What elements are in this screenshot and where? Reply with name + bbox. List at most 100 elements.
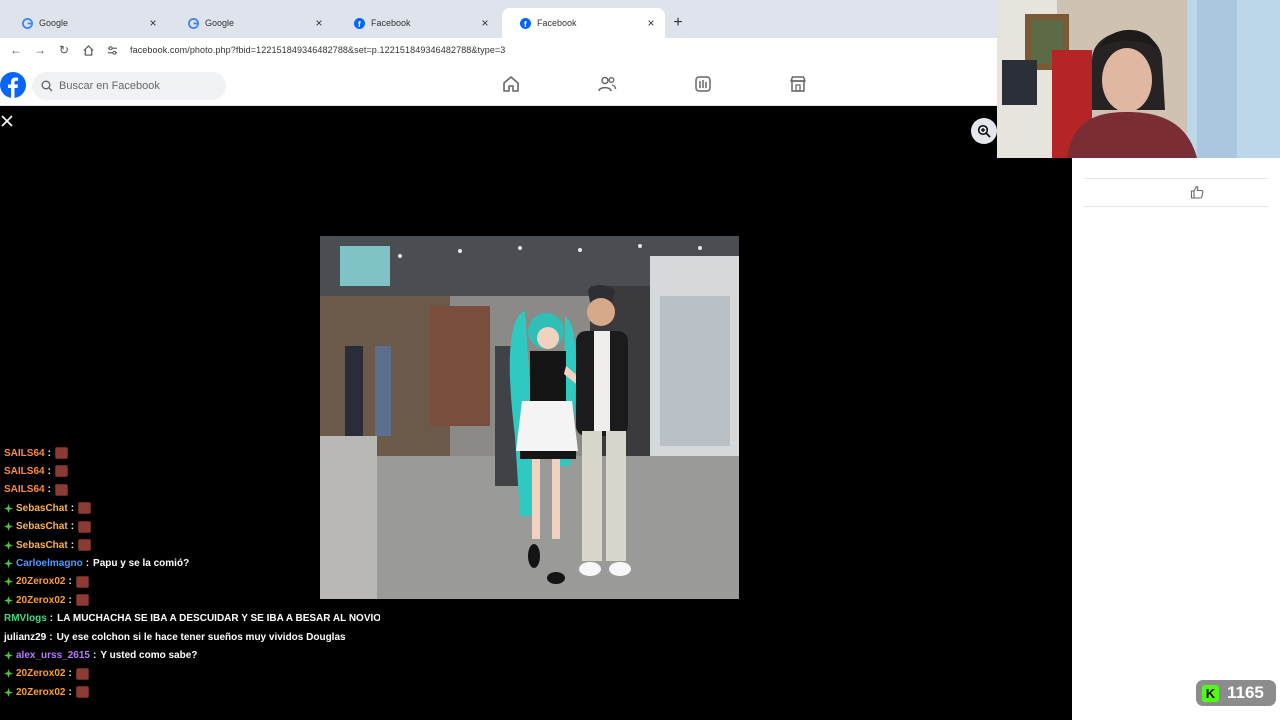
google-icon: [188, 17, 199, 29]
forward-icon[interactable]: →: [28, 40, 52, 60]
subscriber-badge-icon: [4, 687, 13, 697]
facebook-search[interactable]: [32, 72, 226, 100]
like-icon[interactable]: [1190, 185, 1204, 199]
svg-text:f: f: [524, 20, 527, 29]
google-icon: [22, 17, 33, 29]
chat-username[interactable]: 20Zerox02: [16, 576, 65, 587]
chat-text: Papu y se la comió?: [93, 557, 190, 569]
browser-tab-google-1[interactable]: Google ×: [4, 8, 167, 38]
subscriber-badge-icon: [4, 650, 13, 660]
chat-message: SAILS64:: [4, 444, 68, 462]
subscriber-badge-icon: [4, 522, 13, 532]
chat-emote: [54, 483, 68, 496]
chat-emote: [54, 465, 68, 478]
chat-username[interactable]: SAILS64: [4, 484, 45, 495]
subscriber-badge-icon: [4, 540, 13, 550]
chat-separator: :: [70, 521, 75, 533]
chat-message: julianz29: Uy ese colchon si le hace tene…: [4, 628, 346, 646]
post-photo: [320, 236, 739, 599]
browser-tab-facebook-1[interactable]: f Facebook ×: [336, 8, 499, 38]
webcam-illustration: [997, 0, 1280, 158]
chat-username[interactable]: 20Zerox02: [16, 595, 65, 606]
subscriber-badge-icon: [4, 503, 13, 513]
chat-message: RMVlogs: LA MUCHACHA SE IBA A DESCUIDAR Y…: [4, 610, 380, 628]
chat-emote: [78, 539, 92, 551]
viewer-count: 1165: [1227, 683, 1264, 702]
browser-tab-facebook-active[interactable]: f Facebook ×: [502, 8, 665, 38]
divider: [1084, 178, 1268, 179]
chat-emote: [75, 686, 89, 699]
chat-separator: :: [70, 539, 75, 551]
stream-chat: SAILS64: SAILS64: SAILS64: SebasChat: SebasC…: [0, 424, 380, 720]
chat-emote: [78, 520, 92, 533]
video-icon[interactable]: [693, 74, 713, 94]
friends-icon[interactable]: [597, 74, 617, 94]
close-tab-icon[interactable]: ×: [147, 16, 159, 30]
chat-emote: [54, 447, 68, 459]
chat-username[interactable]: 20Zerox02: [16, 668, 65, 679]
chat-separator: :: [47, 447, 51, 459]
home-browser-icon[interactable]: [76, 40, 100, 60]
close-icon[interactable]: [0, 114, 14, 128]
facebook-icon: f: [520, 17, 531, 29]
close-tab-icon[interactable]: ×: [645, 16, 657, 30]
chat-username[interactable]: SAILS64: [4, 466, 45, 477]
chat-message: alex_urss_2615: Y usted como sabe?: [4, 646, 197, 664]
tab-title: Google: [205, 18, 235, 28]
zoom-in-button[interactable]: [971, 118, 997, 144]
chat-text: Y usted como sabe?: [100, 649, 198, 661]
chat-username[interactable]: SebasChat: [16, 503, 68, 514]
chat-text: Uy ese colchon si le hace tener sueños m…: [56, 631, 346, 643]
site-settings-icon[interactable]: [100, 40, 124, 60]
back-icon[interactable]: ←: [4, 40, 28, 60]
chat-emote: [75, 594, 89, 607]
kick-logo-icon: K: [1202, 684, 1219, 702]
facebook-logo-icon[interactable]: [0, 72, 26, 98]
streamer-webcam: [997, 0, 1280, 158]
chat-message: SebasChat:: [4, 499, 92, 517]
facebook-header: [0, 62, 997, 106]
url-text[interactable]: facebook.com/photo.php?fbid=122151849346…: [130, 45, 505, 55]
subscriber-badge-icon: [4, 595, 13, 605]
marketplace-icon[interactable]: [788, 74, 808, 94]
chat-message: 20Zerox02:: [4, 573, 89, 591]
viewer-count-badge: K 1165: [1196, 680, 1276, 706]
chat-text: LA MUCHACHA SE IBA A DESCUIDAR Y SE IBA …: [57, 613, 380, 625]
chat-username[interactable]: Carloelmagno: [16, 558, 83, 569]
chat-separator: :: [47, 465, 51, 477]
chat-emote: [75, 575, 89, 588]
chat-username[interactable]: julianz29: [4, 632, 46, 643]
chat-message: SAILS64:: [4, 481, 68, 499]
chat-message: SebasChat:: [4, 536, 92, 554]
chat-username[interactable]: SebasChat: [16, 521, 68, 532]
search-input[interactable]: [59, 80, 209, 92]
chat-message: 20Zerox02:: [4, 591, 89, 609]
photo-illustration: [320, 236, 739, 599]
search-icon: [41, 80, 53, 92]
chat-username[interactable]: alex_urss_2615: [16, 650, 90, 661]
facebook-icon: f: [354, 17, 365, 29]
chat-emote: [75, 667, 89, 680]
subscriber-badge-icon: [4, 577, 13, 587]
home-icon[interactable]: [501, 74, 521, 94]
tab-title: Facebook: [371, 18, 411, 28]
chat-separator: :: [68, 686, 72, 698]
chat-separator: :: [47, 484, 51, 496]
chat-username[interactable]: 20Zerox02: [16, 687, 65, 698]
close-tab-icon[interactable]: ×: [313, 16, 325, 30]
browser-tab-google-2[interactable]: Google ×: [170, 8, 333, 38]
chat-username[interactable]: SebasChat: [16, 540, 68, 551]
post-details-panel: [1072, 158, 1280, 720]
chat-separator: :: [92, 649, 97, 661]
tab-title: Google: [39, 18, 69, 28]
chat-separator: :: [68, 668, 72, 680]
chat-username[interactable]: SAILS64: [4, 448, 45, 459]
address-bar: ← → ↻ facebook.com/photo.php?fbid=122151…: [0, 38, 997, 62]
chat-emote: [78, 502, 92, 515]
new-tab-icon[interactable]: +: [668, 8, 688, 38]
screen: Google × Google × f Facebook × f Faceboo…: [0, 0, 1280, 720]
svg-text:f: f: [358, 20, 361, 29]
close-tab-icon[interactable]: ×: [479, 16, 491, 30]
reload-icon[interactable]: ↻: [52, 40, 76, 60]
chat-username[interactable]: RMVlogs: [4, 613, 47, 624]
